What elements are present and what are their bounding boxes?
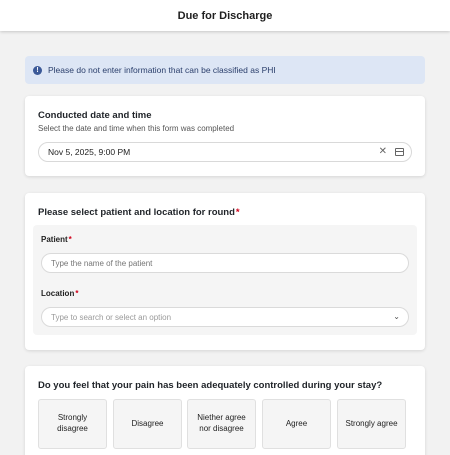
patient-input[interactable] [41, 253, 409, 273]
pain-control-question-card: Do you feel that your pain has been adeq… [25, 366, 425, 455]
option-neither[interactable]: Niether agree nor disagree [187, 399, 256, 449]
conducted-title: Conducted date and time [38, 110, 152, 121]
close-icon[interactable]: ✕ [379, 146, 387, 157]
option-strongly-agree[interactable]: Strongly agree [337, 399, 406, 449]
round-title: Please select patient and location for r… [38, 207, 240, 218]
option-disagree[interactable]: Disagree [113, 399, 182, 449]
conducted-subtitle: Select the date and time when this form … [38, 124, 235, 133]
required-marker: * [235, 207, 240, 218]
phi-warning-banner: ! Please do not enter information that c… [25, 56, 425, 84]
page-title: Due for Discharge [177, 9, 273, 22]
calendar-icon[interactable] [395, 148, 404, 156]
banner-text: Please do not enter information that can… [48, 65, 276, 75]
location-placeholder: Type to search or select an option [51, 312, 172, 322]
question-title: Do you feel that your pain has been adeq… [38, 380, 383, 391]
location-select[interactable]: Type to search or select an option ⌄ [41, 307, 409, 327]
conducted-date-card: Conducted date and time Select the date … [25, 96, 425, 176]
page-header: Due for Discharge [0, 0, 450, 31]
patient-label: Patient* [41, 235, 72, 244]
patient-location-card: Please select patient and location for r… [25, 193, 425, 350]
option-agree[interactable]: Agree [262, 399, 331, 449]
conducted-datetime-field[interactable]: Nov 5, 2025, 9:00 PM ✕ [38, 142, 412, 162]
option-strongly-disagree[interactable]: Strongly disagree [38, 399, 107, 449]
info-icon: ! [33, 65, 42, 75]
chevron-down-icon[interactable]: ⌄ [393, 312, 400, 321]
datetime-value: Nov 5, 2025, 9:00 PM [48, 147, 131, 157]
location-label: Location* [41, 289, 79, 298]
patient-location-group: Patient* Location* Type to search or sel… [33, 225, 417, 335]
